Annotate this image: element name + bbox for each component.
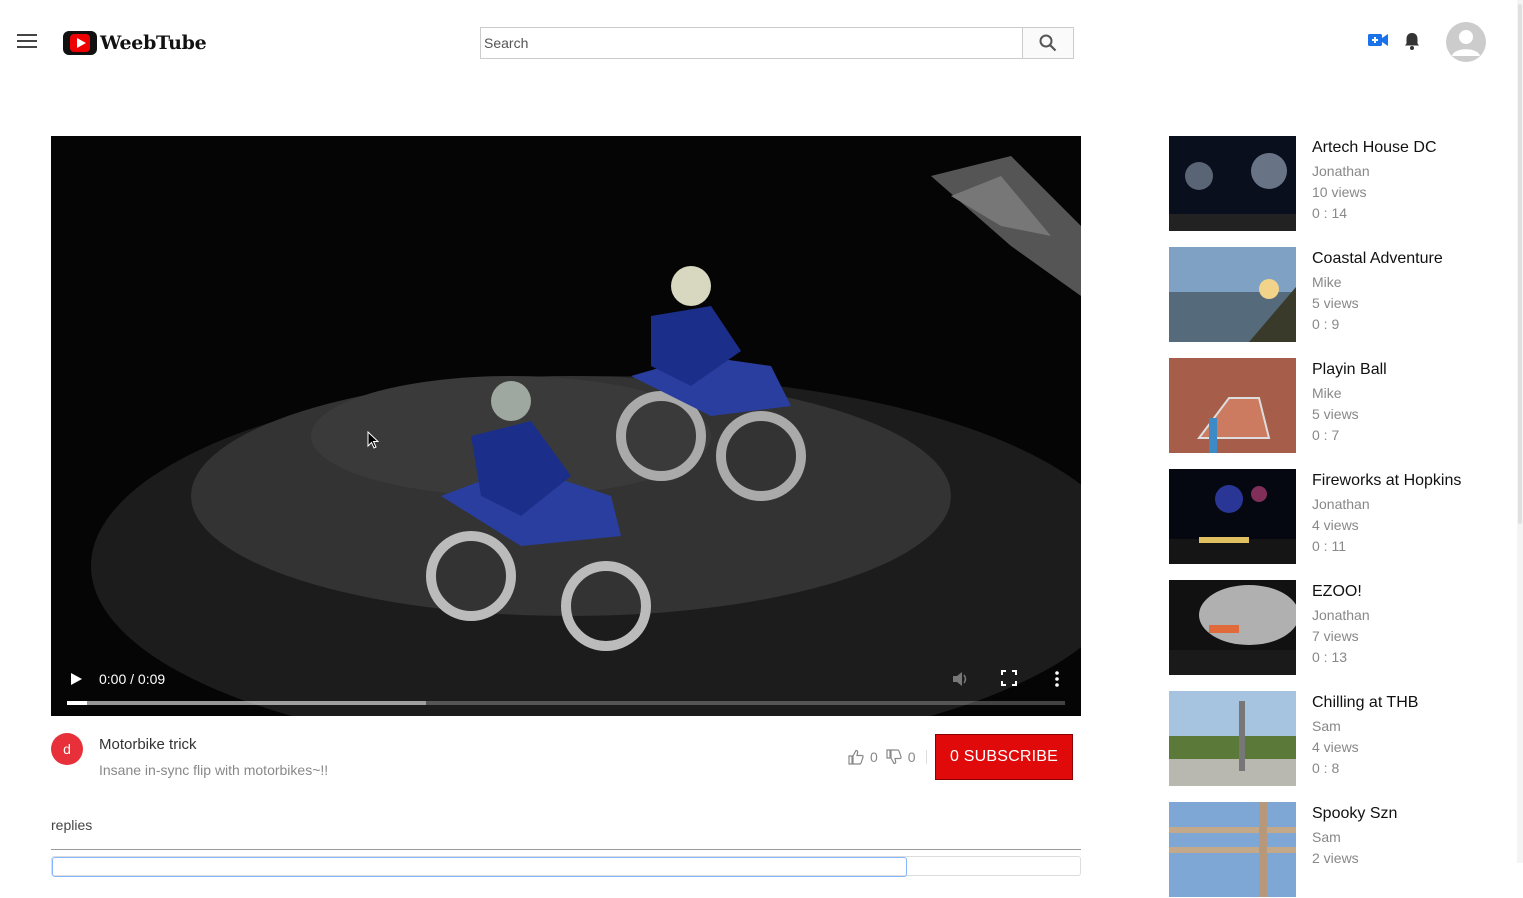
video-thumbnail[interactable] bbox=[1169, 358, 1296, 453]
recommended-video-duration: 0 : 14 bbox=[1312, 205, 1348, 221]
recommended-video-item[interactable]: EZOO! Jonathan 7 views 0 : 13 bbox=[1169, 580, 1509, 676]
recommended-video-duration: 0 : 8 bbox=[1312, 760, 1340, 776]
reply-input[interactable] bbox=[51, 856, 1081, 877]
video-thumbnail[interactable] bbox=[1169, 580, 1296, 675]
brand-name: WeebTube bbox=[100, 32, 207, 54]
replies-heading: replies bbox=[51, 817, 93, 833]
recommended-video-item[interactable]: Spooky Szn Sam 2 views bbox=[1169, 802, 1509, 898]
recommended-video-author: Mike bbox=[1312, 274, 1342, 290]
recommended-video-author: Jonathan bbox=[1312, 163, 1370, 179]
recommended-video-views: 4 views bbox=[1312, 517, 1359, 533]
search-icon bbox=[1039, 34, 1057, 52]
fullscreen-icon[interactable] bbox=[1001, 670, 1017, 686]
search-button[interactable] bbox=[1022, 28, 1073, 58]
rating-divider bbox=[925, 750, 927, 764]
menu-icon[interactable] bbox=[17, 34, 37, 50]
search-bar bbox=[480, 27, 1074, 59]
user-avatar[interactable] bbox=[1446, 22, 1486, 62]
channel-avatar[interactable]: d bbox=[51, 733, 83, 765]
recommended-video-title[interactable]: Spooky Szn bbox=[1312, 805, 1397, 823]
recommended-video-views: 10 views bbox=[1312, 184, 1367, 200]
recommended-video-item[interactable]: Artech House DC Jonathan 10 views 0 : 14 bbox=[1169, 136, 1509, 232]
recommended-video-duration: 0 : 13 bbox=[1312, 649, 1348, 665]
recommended-video-item[interactable]: Coastal Adventure Mike 5 views 0 : 9 bbox=[1169, 247, 1509, 343]
seek-bar[interactable] bbox=[67, 701, 1065, 705]
recommended-video-title[interactable]: Chilling at THB bbox=[1312, 694, 1418, 712]
recommended-video-views: 7 views bbox=[1312, 628, 1359, 644]
recommended-video-item[interactable]: Fireworks at Hopkins Jonathan 4 views 0 : 1… bbox=[1169, 469, 1509, 565]
recommended-video-title[interactable]: EZOO! bbox=[1312, 583, 1362, 601]
volume-icon[interactable] bbox=[951, 670, 971, 688]
recommended-video-author: Mike bbox=[1312, 385, 1342, 401]
account-icon bbox=[1452, 30, 1480, 56]
recommended-video-author: Jonathan bbox=[1312, 496, 1370, 512]
upload-video-icon[interactable] bbox=[1368, 32, 1388, 48]
video-frame-motorbikes bbox=[51, 136, 1081, 716]
time-display: 0:00 / 0:09 bbox=[99, 671, 166, 687]
recommended-video-duration: 0 : 7 bbox=[1312, 427, 1340, 443]
video-player[interactable]: 0:00 / 0:09 bbox=[51, 136, 1081, 716]
video-thumbnail[interactable] bbox=[1169, 802, 1296, 897]
notification-bell-icon[interactable] bbox=[1402, 31, 1422, 51]
buffered-bar bbox=[67, 701, 427, 705]
thumbs-up-icon[interactable] bbox=[848, 749, 864, 765]
recommended-video-title[interactable]: Fireworks at Hopkins bbox=[1312, 472, 1461, 490]
mouse-cursor-icon bbox=[367, 431, 379, 449]
search-input[interactable] bbox=[481, 28, 1022, 58]
more-options-icon[interactable] bbox=[1051, 670, 1063, 688]
recommended-video-views: 4 views bbox=[1312, 739, 1359, 755]
recommended-video-duration: 0 : 9 bbox=[1312, 316, 1340, 332]
recommended-video-views: 2 views bbox=[1312, 850, 1359, 866]
video-title: Motorbike trick bbox=[99, 736, 197, 753]
play-logo-icon bbox=[63, 31, 97, 55]
recommended-video-views: 5 views bbox=[1312, 295, 1359, 311]
video-description: Insane in-sync flip with motorbikes~!! bbox=[99, 762, 329, 778]
recommended-video-title[interactable]: Artech House DC bbox=[1312, 139, 1437, 157]
site-logo[interactable]: WeebTube bbox=[63, 30, 207, 56]
recommended-video-views: 5 views bbox=[1312, 406, 1359, 422]
play-icon[interactable] bbox=[69, 672, 83, 686]
rating-bar: 0 0 bbox=[848, 749, 927, 765]
recommended-video-author: Jonathan bbox=[1312, 607, 1370, 623]
replies-divider bbox=[51, 849, 1081, 850]
thumbs-down-icon[interactable] bbox=[886, 749, 902, 765]
recommended-video-item[interactable]: Chilling at THB Sam 4 views 0 : 8 bbox=[1169, 691, 1509, 787]
page-scrollbar[interactable] bbox=[1517, 0, 1523, 863]
recommended-video-duration: 0 : 11 bbox=[1312, 538, 1346, 554]
top-header: WeebTube bbox=[0, 0, 1523, 84]
subscribe-button[interactable]: 0 SUBSCRIBE bbox=[935, 734, 1073, 780]
video-thumbnail[interactable] bbox=[1169, 691, 1296, 786]
recommended-video-title[interactable]: Playin Ball bbox=[1312, 361, 1387, 379]
like-count: 0 bbox=[870, 749, 878, 765]
recommended-video-author: Sam bbox=[1312, 829, 1341, 845]
video-thumbnail[interactable] bbox=[1169, 469, 1296, 564]
recommended-video-author: Sam bbox=[1312, 718, 1341, 734]
video-thumbnail[interactable] bbox=[1169, 247, 1296, 342]
played-bar bbox=[67, 701, 87, 705]
recommended-video-title[interactable]: Coastal Adventure bbox=[1312, 250, 1443, 268]
recommended-video-item[interactable]: Playin Ball Mike 5 views 0 : 7 bbox=[1169, 358, 1509, 454]
video-thumbnail[interactable] bbox=[1169, 136, 1296, 231]
player-controls: 0:00 / 0:09 bbox=[51, 646, 1081, 716]
dislike-count: 0 bbox=[907, 749, 916, 765]
